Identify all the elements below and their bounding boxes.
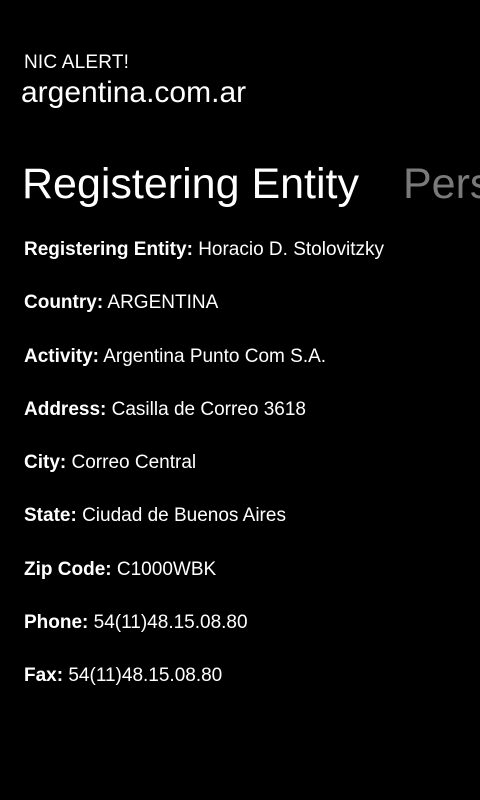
field-state: State: Ciudad de Buenos Aires — [24, 502, 474, 555]
field-label: Country: — [24, 292, 104, 314]
field-label: Zip Code: — [24, 558, 112, 580]
registrant-details: Registering Entity: Horacio D. Stolovitz… — [24, 236, 474, 716]
field-label: Address: — [24, 398, 107, 420]
field-city: City: Correo Central — [24, 449, 474, 502]
field-label: Phone: — [24, 612, 89, 634]
field-value: 54(11)48.15.08.80 — [93, 612, 248, 634]
pivot-tab-registering-entity[interactable]: Registering Entity — [22, 156, 359, 212]
pivot-tab-person[interactable]: Perso — [403, 156, 480, 212]
field-country: Country: ARGENTINA — [24, 289, 474, 342]
field-value: 54(11)48.15.08.80 — [68, 665, 223, 687]
field-value: Correo Central — [71, 452, 197, 474]
pivot-headers: Registering Entity Perso — [22, 156, 480, 212]
field-activity: Activity: Argentina Punto Com S.A. — [24, 343, 474, 396]
field-label: Registering Entity: — [24, 239, 193, 260]
field-label: Fax: — [24, 665, 64, 687]
field-fax: Fax: 54(11)48.15.08.80 — [24, 662, 474, 715]
field-value: Casilla de Correo 3618 — [111, 398, 306, 420]
field-zip-code: Zip Code: C1000WBK — [24, 556, 474, 609]
field-value: Ciudad de Buenos Aires — [82, 505, 286, 527]
field-value: C1000WBK — [116, 558, 217, 580]
field-label: State: — [24, 505, 77, 527]
field-registering-entity: Registering Entity: Horacio D. Stolovitz… — [24, 236, 474, 289]
field-value: Horacio D. Stolovitzky — [198, 239, 385, 260]
page-subtitle: argentina.com.ar — [21, 76, 247, 109]
field-value: ARGENTINA — [107, 292, 219, 314]
field-phone: Phone: 54(11)48.15.08.80 — [24, 609, 474, 662]
field-label: Activity: — [24, 345, 99, 367]
field-address: Address: Casilla de Correo 3618 — [24, 396, 474, 449]
app-title: NIC ALERT! — [24, 52, 130, 73]
field-label: City: — [24, 452, 67, 474]
field-value: Argentina Punto Com S.A. — [103, 345, 327, 367]
